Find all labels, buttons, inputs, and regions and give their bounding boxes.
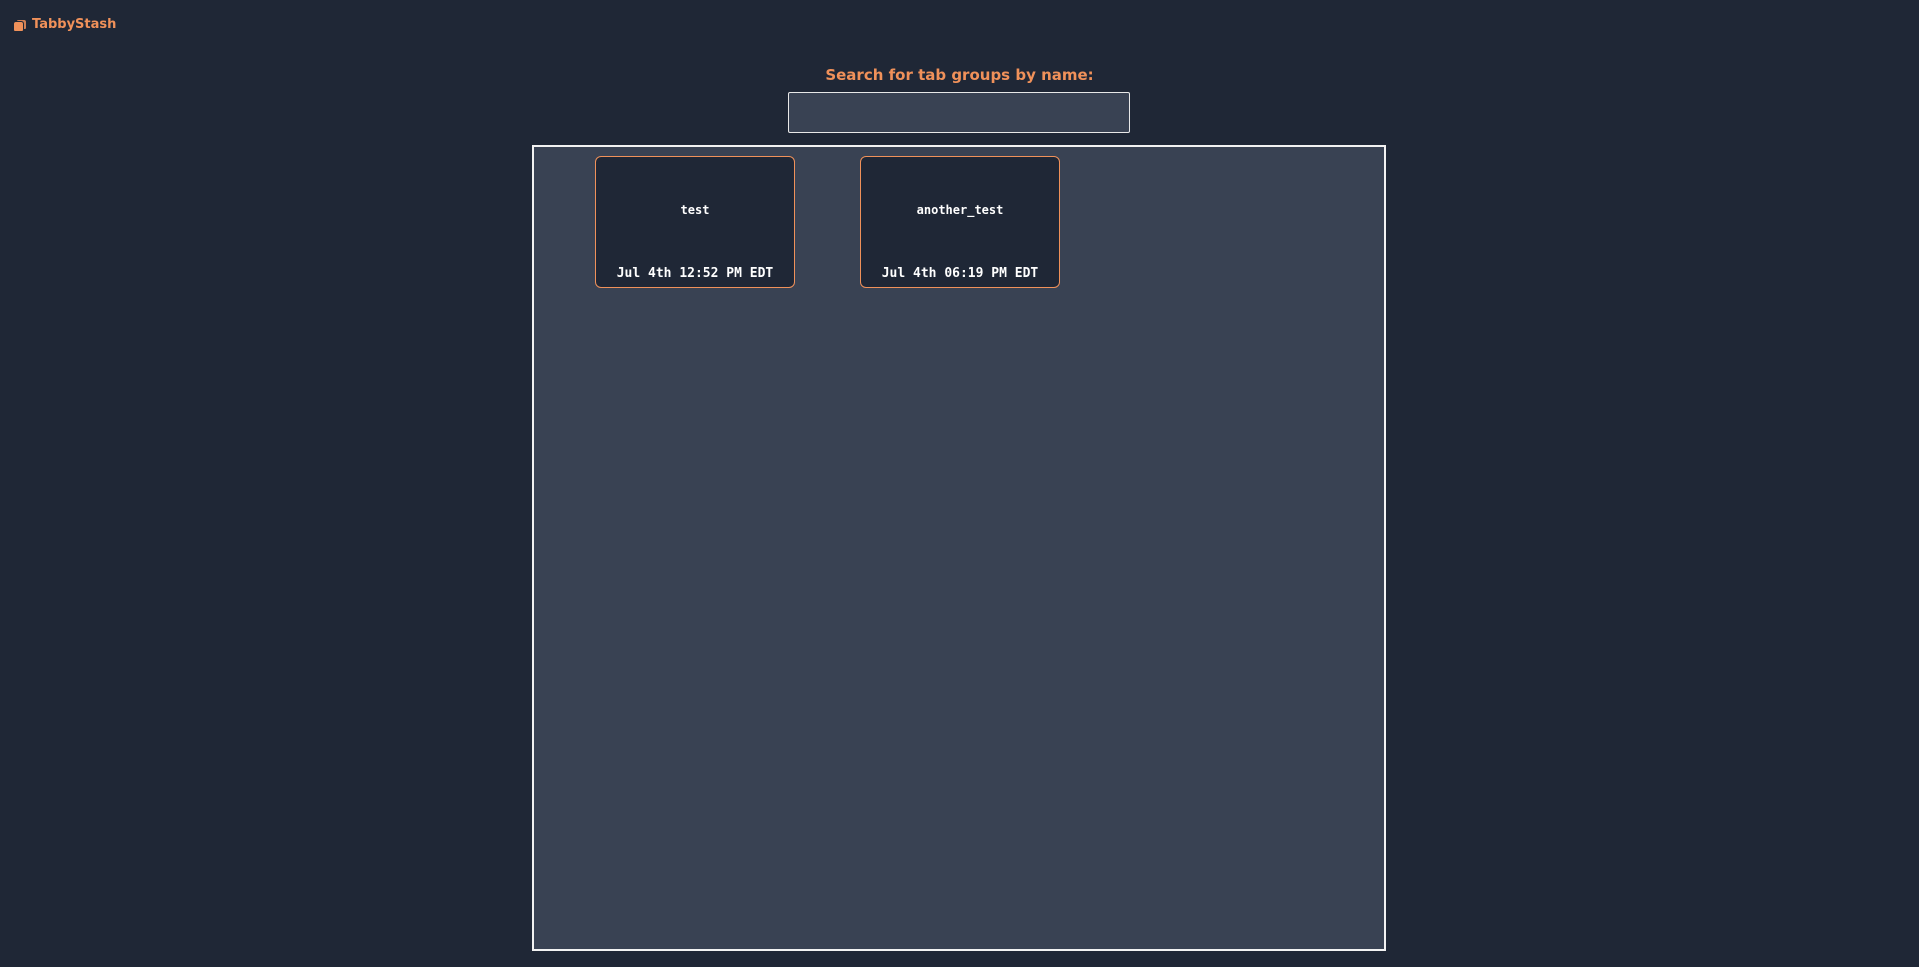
tab-groups-panel: test Jul 4th 12:52 PM EDT another_test J… [532, 145, 1386, 951]
search-label: Search for tab groups by name: [825, 66, 1094, 84]
app-title: TabbyStash [32, 17, 117, 32]
tab-group-card-another-test[interactable]: another_test Jul 4th 06:19 PM EDT [860, 156, 1060, 288]
tab-group-date: Jul 4th 12:52 PM EDT [616, 266, 774, 281]
tab-group-name: test [680, 203, 710, 217]
tab-group-date: Jul 4th 06:19 PM EDT [881, 266, 1039, 281]
search-input[interactable] [788, 92, 1130, 133]
stacked-tabs-icon [12, 18, 28, 32]
app-header: TabbyStash [12, 17, 116, 32]
tab-group-card-test[interactable]: test Jul 4th 12:52 PM EDT [595, 156, 795, 288]
tab-group-name: another_test [916, 203, 1004, 217]
